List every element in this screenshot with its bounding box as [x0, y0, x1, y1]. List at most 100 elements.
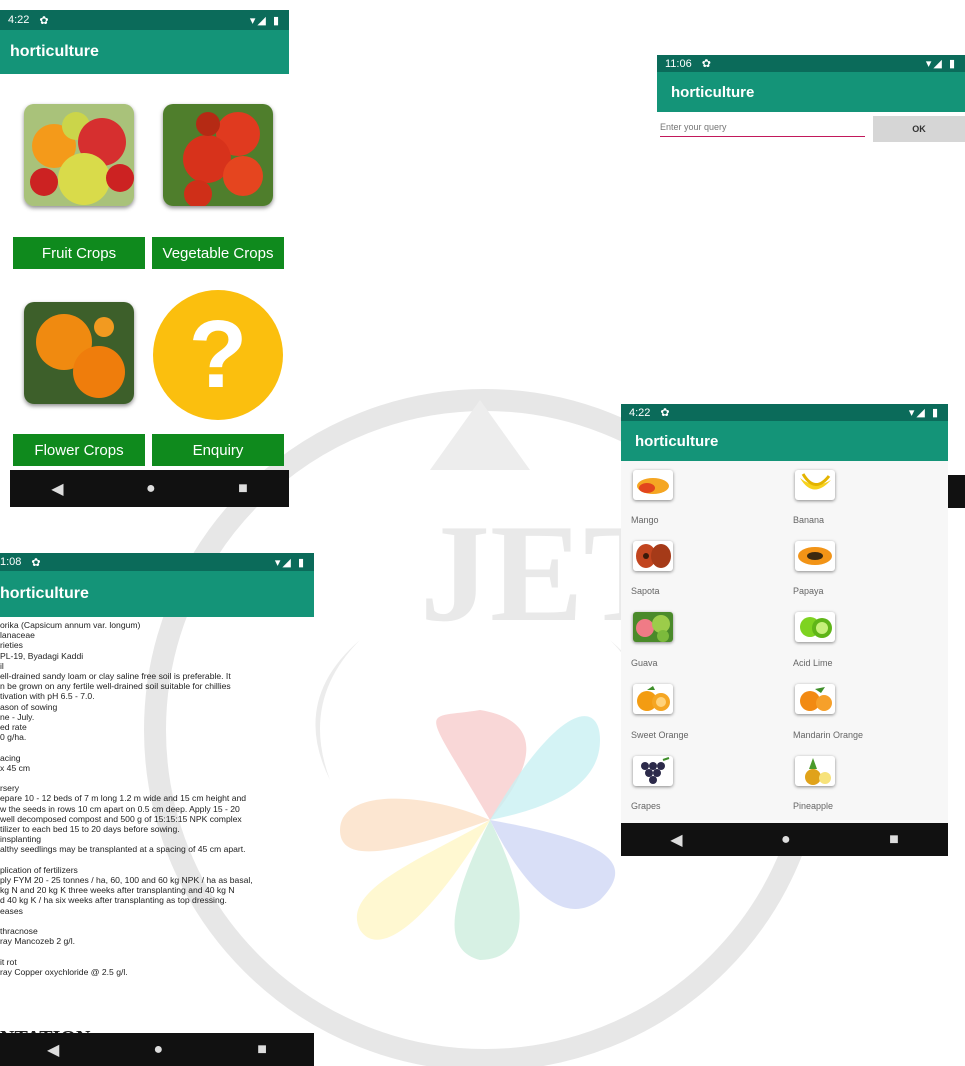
query-input[interactable] — [660, 118, 865, 137]
detail-line — [0, 742, 314, 752]
detail-line: tivation with pH 6.5 - 7.0. — [0, 691, 95, 702]
recent-apps-icon[interactable]: ■ — [238, 480, 248, 498]
detail-line: orika (Capsicum annum var. longum) — [0, 620, 141, 630]
vegetable-crops-image[interactable] — [163, 104, 273, 206]
detail-line — [0, 946, 314, 956]
settings-icon: ✿ — [660, 407, 670, 419]
app-bar: horticulture — [0, 30, 289, 74]
detail-line: plication of fertilizers — [0, 864, 78, 875]
papaya-image[interactable] — [795, 541, 835, 571]
settings-icon: ✿ — [31, 556, 41, 569]
status-time: 11:06 — [665, 57, 692, 70]
fruit-crops-label: Fruit Crops — [41, 244, 117, 262]
settings-icon: ✿ — [701, 58, 711, 70]
mango-image[interactable] — [633, 470, 673, 500]
papaya-icon — [798, 547, 832, 565]
detail-line: eases — [0, 905, 23, 916]
crop-detail-text: orika (Capsicum annum var. longum) lanace… — [0, 620, 314, 1015]
detail-line — [0, 855, 314, 865]
grapes-image[interactable] — [633, 756, 673, 786]
status-time: 4:22 — [629, 406, 651, 419]
detail-line: acing — [0, 752, 21, 763]
home-icon[interactable]: ● — [153, 1041, 163, 1059]
tomato-illustration — [163, 104, 273, 206]
nav-bar: ◀ ● ■ — [10, 470, 289, 507]
vegetable-crops-label: Vegetable Crops — [162, 244, 274, 262]
mandarin-icon — [800, 687, 832, 711]
acid-lime-image[interactable] — [795, 612, 835, 642]
fruit-name: Sapota — [631, 586, 660, 596]
fruit-name: Papaya — [793, 586, 824, 596]
recent-apps-icon[interactable]: ■ — [889, 831, 899, 849]
detail-line: ply FYM 20 - 25 tonnes / ha, 60, 100 and… — [0, 875, 253, 886]
detail-line: PL-19, Byadagi Kaddi — [0, 650, 84, 661]
back-icon[interactable]: ◀ — [47, 1040, 59, 1060]
pineapple-icon — [805, 758, 831, 785]
app-title: horticulture — [0, 585, 89, 602]
detail-line: n be grown on any fertile well-drained s… — [0, 681, 231, 692]
back-icon[interactable]: ◀ — [51, 479, 63, 499]
signal-battery-icons: ▾◢ ▮ — [908, 407, 940, 419]
detail-line: ray Mancozeb 2 g/l. — [0, 936, 75, 947]
fruit-name: Guava — [631, 658, 658, 668]
detail-line: kg N and 20 kg K three weeks after trans… — [0, 885, 235, 896]
fruit-crops-image[interactable] — [24, 104, 134, 206]
enquiry-button[interactable]: Enquiry — [152, 434, 284, 466]
flower-crops-label: Flower Crops — [34, 441, 124, 459]
detail-line — [0, 773, 314, 783]
recent-apps-icon[interactable]: ■ — [257, 1041, 267, 1059]
detail-line: thracnose — [0, 926, 38, 937]
pineapple-image[interactable] — [795, 756, 835, 786]
status-bar: 11:06 ✿ ▾◢ ▮ — [657, 55, 965, 72]
fruit-name: Mandarin Orange — [793, 730, 864, 740]
back-icon[interactable]: ◀ — [670, 830, 682, 850]
detail-line: w the seeds in rows 10 cm apart on 0.5 c… — [0, 803, 240, 814]
detail-line: rieties — [0, 640, 23, 651]
detail-line: epare 10 - 12 beds of 7 m long 1.2 m wid… — [0, 793, 247, 804]
guava-image[interactable] — [633, 612, 673, 642]
app-title: horticulture — [671, 83, 755, 101]
query-screen: 11:06 ✿ ▾◢ ▮ horticulture OK — [657, 55, 965, 145]
enquiry-label: Enquiry — [192, 441, 244, 459]
home-screen: 4:22 ✿ ▾◢ ▮ horticulture Fruit Crops Veg… — [0, 0, 289, 507]
nav-bar: ◀ ● ■ — [621, 823, 948, 856]
status-bar: 4:22 ✿ ▾◢ ▮ — [0, 10, 289, 30]
sweet-orange-image[interactable] — [633, 684, 673, 714]
fruit-list-screen: 4:22 ✿ ▾◢ ▮ horticulture Mango Banana Sa… — [621, 404, 948, 856]
mango-icon — [637, 478, 669, 494]
detail-line: d 40 kg K / ha six weeks after transplan… — [0, 895, 227, 906]
home-icon[interactable]: ● — [781, 831, 791, 849]
app-title: horticulture — [10, 43, 99, 60]
mandarin-orange-image[interactable] — [795, 684, 835, 714]
enquiry-image[interactable]: ? — [153, 290, 283, 420]
app-title: horticulture — [635, 432, 719, 450]
detail-line: rsery — [0, 783, 20, 794]
app-bar: horticulture — [0, 571, 314, 617]
nav-bar: ◀ ● ■ — [0, 1033, 314, 1066]
detail-line: ell-drained sandy loam or clay saline fr… — [0, 671, 231, 682]
ok-button[interactable]: OK — [873, 116, 965, 142]
detail-line: ne - July. — [0, 711, 35, 722]
sapota-image[interactable] — [633, 541, 673, 571]
fruit-crops-button[interactable]: Fruit Crops — [13, 237, 145, 269]
vegetable-crops-button[interactable]: Vegetable Crops — [152, 237, 284, 269]
flower-crops-image[interactable] — [24, 302, 134, 404]
banana-icon — [800, 473, 831, 490]
detail-line: 0 g/ha. — [0, 732, 27, 743]
status-time: 4:22 — [8, 14, 30, 26]
home-icon[interactable]: ● — [146, 480, 156, 498]
crop-detail-screen: 1:08 ✿ ▾◢ ▮ horticulture orika (Capsicum… — [0, 553, 314, 1066]
banana-image[interactable] — [795, 470, 835, 500]
detail-line: il — [0, 660, 4, 671]
status-time: 1:08 — [0, 556, 22, 568]
app-bar: horticulture — [657, 72, 965, 112]
grapes-icon — [641, 757, 670, 784]
fruit-name: Mango — [631, 515, 659, 525]
signal-battery-icons: ▾◢ ▮ — [249, 14, 281, 27]
detail-line: althy seedlings may be transplanted at a… — [0, 844, 246, 855]
fruit-name: Acid Lime — [793, 658, 833, 668]
flower-crops-button[interactable]: Flower Crops — [13, 434, 145, 466]
fruit-name: Banana — [793, 515, 825, 525]
signal-battery-icons: ▾◢ ▮ — [925, 58, 957, 70]
fruits-illustration — [24, 104, 134, 206]
